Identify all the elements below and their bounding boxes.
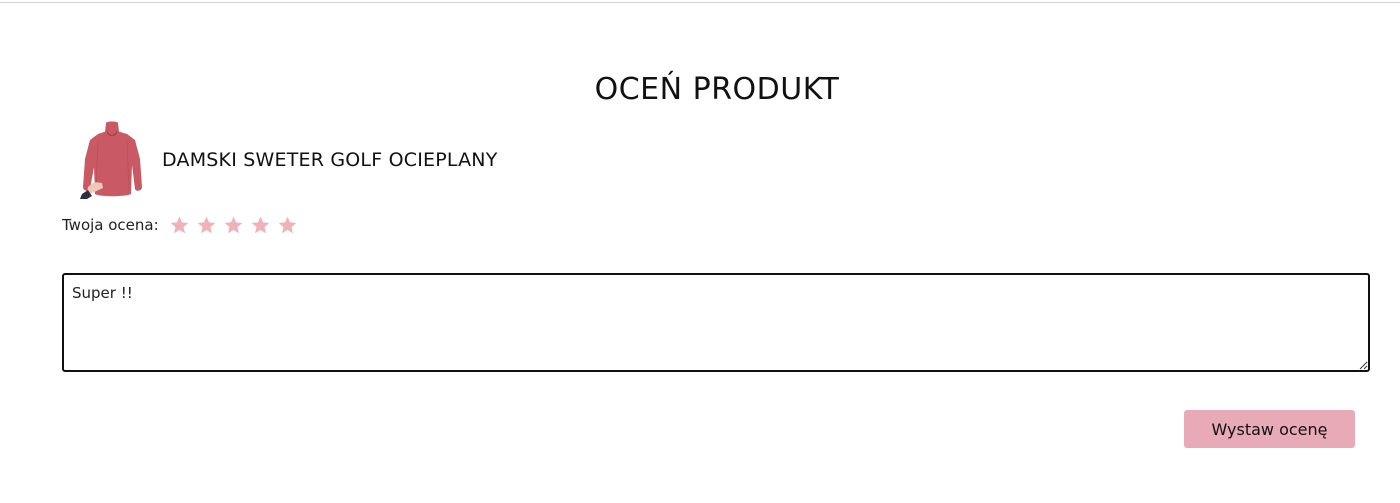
review-textarea[interactable]: Super !! <box>62 273 1370 372</box>
rating-row: Twoja ocena: <box>62 213 298 237</box>
star-rating <box>169 215 298 236</box>
product-summary: DAMSKI SWETER GOLF OCIEPLANY <box>80 120 498 200</box>
star-icon-5[interactable] <box>277 215 298 236</box>
star-icon-2[interactable] <box>196 215 217 236</box>
star-icon-3[interactable] <box>223 215 244 236</box>
top-divider <box>0 2 1400 3</box>
star-icon-4[interactable] <box>250 215 271 236</box>
sweater-image-icon <box>80 121 142 199</box>
rate-product-page: OCEŃ PRODUKT DAMSKI SWETER GOLF OCIEPLAN… <box>0 0 1400 503</box>
product-name: DAMSKI SWETER GOLF OCIEPLANY <box>162 149 498 171</box>
page-title: OCEŃ PRODUKT <box>594 72 840 108</box>
star-icon-1[interactable] <box>169 215 190 236</box>
product-image <box>80 121 144 199</box>
rating-label: Twoja ocena: <box>62 216 159 234</box>
submit-rating-button[interactable]: Wystaw ocenę <box>1184 410 1355 448</box>
